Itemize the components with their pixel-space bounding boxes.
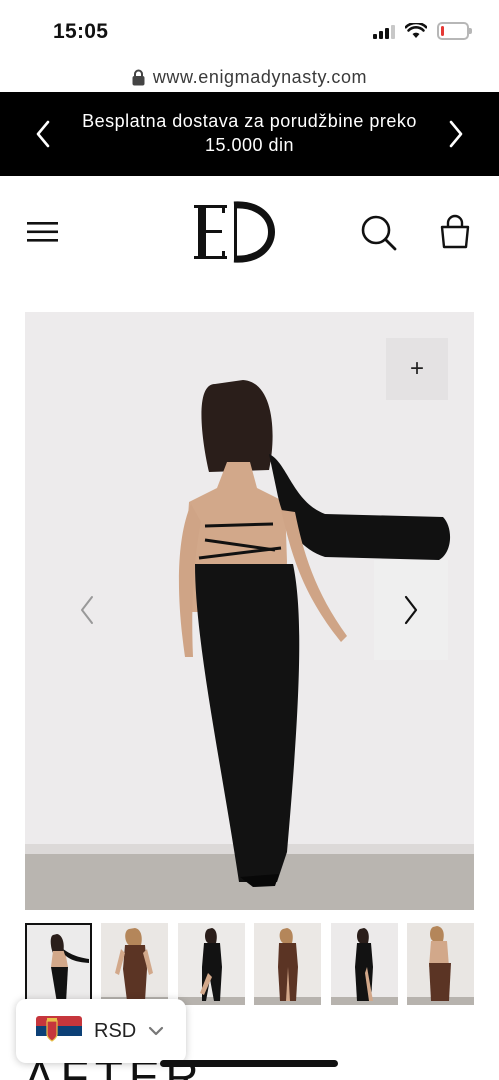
status-bar: 15:05 [0,0,499,62]
product-gallery[interactable]: + [25,312,474,910]
thumbnail-6[interactable] [406,923,474,1005]
thumbnail-image [27,925,90,1003]
thumbnail-4[interactable] [254,923,322,1005]
thumbnail-image [330,923,398,1005]
menu-button[interactable] [26,214,62,250]
announcement-next-button[interactable] [441,119,471,149]
zoom-button[interactable]: + [386,338,448,400]
thumbnail-2[interactable] [101,923,169,1005]
serbia-flag-icon [36,1016,82,1046]
status-time: 15:05 [53,20,109,43]
announcement-prev-button[interactable] [28,119,58,149]
site-logo[interactable] [192,200,278,264]
thumbnail-1[interactable] [25,923,92,1005]
currency-selector[interactable]: RSD [16,999,186,1063]
chevron-left-icon [81,596,93,624]
status-icons [373,22,472,40]
thumbnail-image [406,923,474,1005]
url-bar[interactable]: www.enigmadynasty.com [0,62,499,92]
currency-code: RSD [94,1019,137,1042]
menu-icon [27,222,58,242]
site-header [0,176,499,288]
chevron-right-icon [449,120,463,148]
chevron-down-icon [149,1026,164,1036]
url-text: www.enigmadynasty.com [152,66,368,87]
chevron-left-icon [36,120,50,148]
cart-button[interactable] [437,214,475,252]
thumbnail-image [177,923,245,1005]
search-icon [361,215,397,251]
thumbnail-3[interactable] [177,923,245,1005]
lock-icon [132,69,145,85]
shopping-bag-icon [440,214,470,249]
battery-icon [437,22,472,40]
announcement-bar: Besplatna dostava za porudžbine preko 15… [0,92,499,176]
gallery-prev-button[interactable] [65,560,109,660]
wifi-icon [405,23,427,38]
logo-mark [194,201,275,263]
thumbnail-5[interactable] [330,923,398,1005]
thumbnail-image [254,923,322,1005]
signal-icon [373,23,395,39]
gallery-next-button[interactable] [374,560,448,660]
thumbnail-strip [25,923,474,1005]
announcement-text: Besplatna dostava za porudžbine preko 15… [82,111,417,155]
thumbnail-image [101,923,169,1005]
home-indicator[interactable] [160,1060,338,1067]
chevron-right-icon [404,595,418,625]
search-button[interactable] [360,214,398,252]
